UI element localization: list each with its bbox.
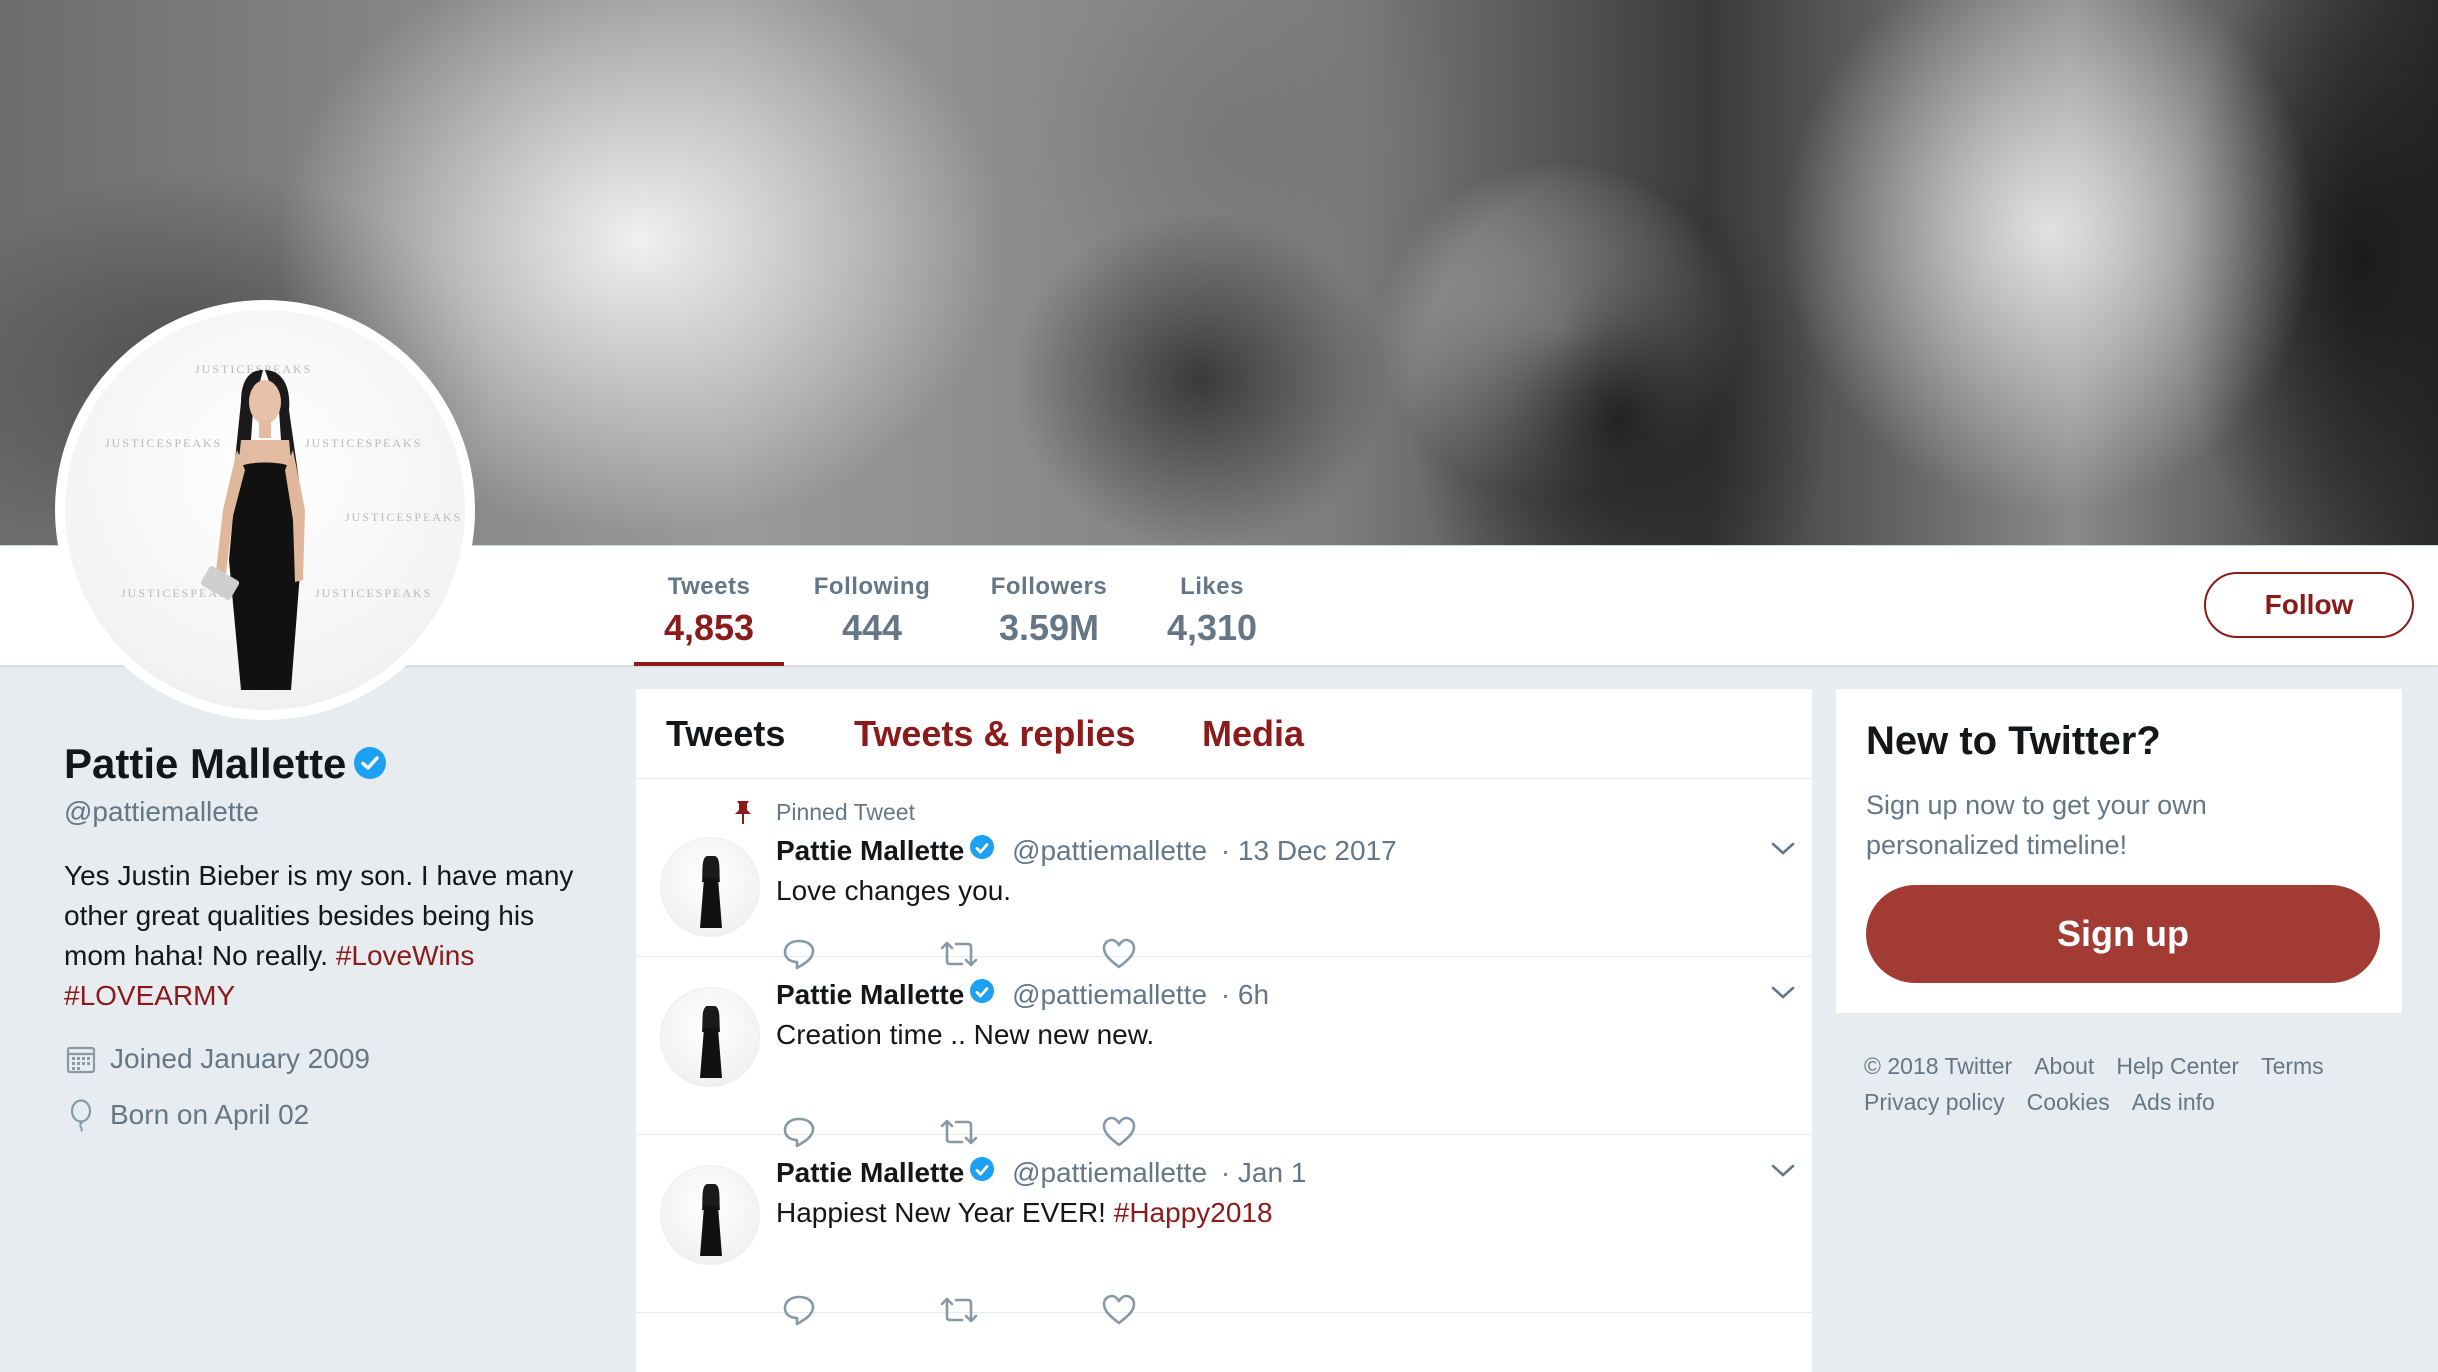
verified-badge-icon bbox=[354, 746, 387, 779]
chevron-down-icon[interactable] bbox=[1768, 839, 1798, 859]
stat-likes[interactable]: Likes 4,310 bbox=[1160, 546, 1264, 666]
pinned-label: Pinned Tweet bbox=[776, 799, 915, 825]
stat-label: Likes bbox=[1180, 573, 1244, 600]
bio-text: Yes Justin Bieber is my son. I have many… bbox=[64, 860, 574, 971]
tab-media[interactable]: Media bbox=[1202, 713, 1304, 755]
footer-link-help-center[interactable]: Help Center bbox=[2116, 1053, 2239, 1079]
retweet-icon[interactable] bbox=[938, 935, 980, 973]
profile-avatar[interactable]: JUSTICESPEAKS JUSTICESPEAKS JUSTICESPEAK… bbox=[55, 300, 475, 720]
calendar-icon bbox=[66, 1046, 96, 1074]
stat-following[interactable]: Following 444 bbox=[806, 546, 938, 666]
stat-value: 4,853 bbox=[663, 607, 755, 648]
tweet-timestamp[interactable]: · 13 Dec 2017 bbox=[1221, 835, 1397, 866]
profile-name-text: Pattie Mallette bbox=[64, 740, 347, 787]
footer-link-about[interactable]: About bbox=[2034, 1053, 2094, 1079]
avatar-photo: JUSTICESPEAKS JUSTICESPEAKS JUSTICESPEAK… bbox=[65, 310, 465, 710]
signup-title: New to Twitter? bbox=[1866, 719, 2161, 763]
profile-joined: Joined January 2009 bbox=[64, 1042, 370, 1076]
footer-link-terms[interactable]: Terms bbox=[2261, 1053, 2324, 1079]
profile-birthday: Born on April 02 bbox=[64, 1098, 309, 1132]
tweet-item[interactable]: Pattie Mallette @pattiemallette · Jan 1 … bbox=[636, 1135, 1812, 1313]
stat-label: Followers bbox=[990, 573, 1108, 600]
tweet-item[interactable]: Pinned Tweet Pattie Mallette @pattiemall… bbox=[636, 779, 1812, 957]
signup-button[interactable]: Sign up bbox=[1866, 885, 2380, 983]
bio-hashtag-lovearmy[interactable]: #LOVEARMY bbox=[64, 980, 235, 1011]
retweet-icon[interactable] bbox=[938, 1291, 980, 1329]
footer-links: © 2018 Twitter About Help Center Terms Priv… bbox=[1864, 1048, 2384, 1120]
tweet-author-name[interactable]: Pattie Mallette bbox=[776, 979, 964, 1010]
stat-value: 3.59M bbox=[998, 607, 1100, 648]
footer-link-ads-info[interactable]: Ads info bbox=[2132, 1089, 2215, 1115]
tweet-text: Love changes you. bbox=[776, 875, 1011, 907]
tweet-text-body: Creation time .. New new new. bbox=[776, 1019, 1155, 1050]
like-icon[interactable] bbox=[1100, 1291, 1138, 1329]
pin-icon bbox=[735, 801, 751, 824]
stat-value: 4,310 bbox=[1166, 607, 1258, 648]
like-icon[interactable] bbox=[1100, 1113, 1138, 1151]
reply-icon[interactable] bbox=[780, 1113, 818, 1151]
tweet-author-handle[interactable]: @pattiemallette bbox=[1012, 1157, 1207, 1188]
born-text: Born on April 02 bbox=[110, 1099, 310, 1130]
tweet-author-name[interactable]: Pattie Mallette bbox=[776, 1157, 964, 1188]
tweet-author-handle[interactable]: @pattiemallette bbox=[1012, 835, 1207, 866]
verified-badge-icon bbox=[970, 978, 995, 1003]
tweet-avatar[interactable] bbox=[660, 837, 760, 937]
signup-card: New to Twitter? Sign up now to get your … bbox=[1836, 689, 2402, 1013]
reply-icon[interactable] bbox=[780, 1291, 818, 1329]
signup-subtitle: Sign up now to get your own personalized… bbox=[1866, 790, 2207, 860]
follow-button[interactable]: Follow bbox=[2204, 572, 2414, 638]
tweet-header: Pattie Mallette @pattiemallette · Jan 1 bbox=[776, 1156, 1307, 1189]
footer-link-cookies[interactable]: Cookies bbox=[2027, 1089, 2110, 1115]
profile-handle[interactable]: @pattiemallette bbox=[64, 796, 259, 828]
stat-label: Following bbox=[813, 573, 931, 600]
tweet-header: Pattie Mallette @pattiemallette · 13 Dec… bbox=[776, 834, 1397, 867]
avatar-figure bbox=[200, 370, 305, 690]
verified-badge-icon bbox=[970, 1156, 995, 1181]
tweet-hashtag[interactable]: #Happy2018 bbox=[1114, 1197, 1273, 1228]
tweet-author-handle[interactable]: @pattiemallette bbox=[1012, 979, 1207, 1010]
timeline: Tweets Tweets & replies Media Pinned Twe… bbox=[636, 689, 1812, 1372]
stat-tweets[interactable]: Tweets 4,853 bbox=[634, 546, 784, 666]
joined-text: Joined January 2009 bbox=[110, 1043, 370, 1074]
tab-tweets[interactable]: Tweets bbox=[666, 713, 785, 755]
tweet-avatar[interactable] bbox=[660, 987, 760, 1087]
tab-tweets-replies[interactable]: Tweets & replies bbox=[854, 713, 1135, 755]
tweet-text-body: Happiest New Year EVER! bbox=[776, 1197, 1106, 1228]
tweet-text: Happiest New Year EVER! #Happy2018 bbox=[776, 1197, 1273, 1229]
timeline-tabs: Tweets Tweets & replies Media bbox=[636, 689, 1812, 779]
tweet-author-name[interactable]: Pattie Mallette bbox=[776, 835, 964, 866]
tweet-header: Pattie Mallette @pattiemallette · 6h bbox=[776, 978, 1269, 1011]
stat-value: 444 bbox=[841, 607, 903, 648]
retweet-icon[interactable] bbox=[938, 1113, 980, 1151]
banner-shadow bbox=[1010, 210, 1390, 545]
like-icon[interactable] bbox=[1100, 935, 1138, 973]
stat-followers[interactable]: Followers 3.59M bbox=[980, 546, 1118, 666]
footer-copyright: © 2018 Twitter bbox=[1864, 1053, 2013, 1079]
profile-bio: Yes Justin Bieber is my son. I have many… bbox=[64, 856, 604, 1016]
reply-icon[interactable] bbox=[780, 935, 818, 973]
tweet-text: Creation time .. New new new. bbox=[776, 1019, 1154, 1051]
footer-link-privacy[interactable]: Privacy policy bbox=[1864, 1089, 2005, 1115]
chevron-down-icon[interactable] bbox=[1768, 1161, 1798, 1181]
chevron-down-icon[interactable] bbox=[1768, 983, 1798, 1003]
profile-name: Pattie Mallette bbox=[64, 740, 387, 788]
balloon-icon bbox=[70, 1099, 92, 1132]
bio-hashtag-lovewins[interactable]: #LoveWins bbox=[336, 940, 475, 971]
tweet-avatar[interactable] bbox=[660, 1165, 760, 1265]
tweet-timestamp[interactable]: · 6h bbox=[1221, 979, 1269, 1010]
verified-badge-icon bbox=[970, 834, 995, 859]
tweet-text-body: Love changes you. bbox=[776, 875, 1012, 906]
tweet-timestamp[interactable]: · Jan 1 bbox=[1221, 1157, 1307, 1188]
tweet-item[interactable]: Pattie Mallette @pattiemallette · 6h Cre… bbox=[636, 957, 1812, 1135]
stat-label: Tweets bbox=[667, 573, 751, 600]
